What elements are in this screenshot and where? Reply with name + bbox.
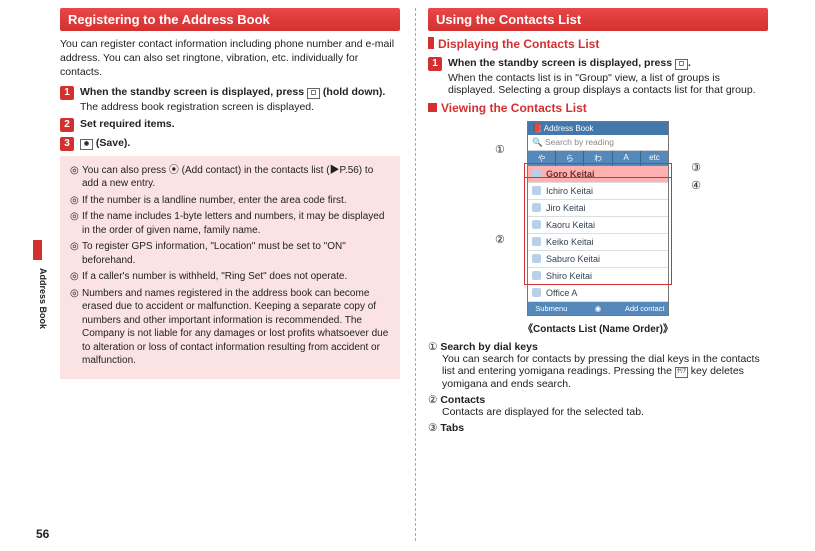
column-separator xyxy=(415,8,416,541)
softkey-right: Add contact xyxy=(621,302,668,315)
callout-1: ① xyxy=(495,143,505,156)
callout-3: ③ xyxy=(691,161,701,174)
callout-4: ④ xyxy=(691,179,701,192)
subheading-viewing: Viewing the Contacts List xyxy=(428,101,768,115)
heading-register: Registering to the Address Book xyxy=(60,8,400,31)
step-number: 1 xyxy=(60,86,74,100)
subheading-displaying: Displaying the Contacts List xyxy=(428,37,768,51)
phone-mockup: 📕 Address Book 🔍 Search by reading や ら わ… xyxy=(527,121,669,316)
callout-box-contacts xyxy=(524,177,672,285)
note-item: Numbers and names registered in the addr… xyxy=(70,287,390,368)
note-item: You can also press ⦿ (Add contact) in th… xyxy=(70,164,390,191)
notes-box: You can also press ⦿ (Add contact) in th… xyxy=(60,156,400,379)
step-3: 3 ◉ (Save). xyxy=(60,137,400,151)
page-number: 56 xyxy=(36,527,49,541)
phone-softkeys: Submenu ◉ Add contact xyxy=(528,302,668,315)
step-2: 2 Set required items. xyxy=(60,118,400,132)
legend-1: ① Search by dial keys You can search for… xyxy=(428,341,768,390)
note-item: If the number is a landline number, ente… xyxy=(70,194,390,208)
note-item: If a caller's number is withheld, "Ring … xyxy=(70,270,390,284)
callout-box-tabs xyxy=(524,163,672,178)
step-display-1: 1 When the standby screen is displayed, … xyxy=(428,57,768,96)
side-section-label: Address Book xyxy=(38,268,48,329)
phone-title-bar: 📕 Address Book xyxy=(528,122,668,135)
key-icon: ◉ xyxy=(80,139,93,150)
left-column: Registering to the Address Book You can … xyxy=(60,8,400,438)
step-1: 1 When the standby screen is displayed, … xyxy=(60,86,400,113)
softkey-left: Submenu xyxy=(528,302,575,315)
callout-2: ② xyxy=(495,233,505,246)
legend-3: ③ Tabs xyxy=(428,422,768,434)
phone-search: 🔍 Search by reading xyxy=(528,135,668,151)
step-number: 1 xyxy=(428,57,442,71)
right-column: Using the Contacts List Displaying the C… xyxy=(428,8,768,438)
clear-key-icon: ｸﾘｱ xyxy=(675,367,688,378)
legend-2: ② Contacts Contacts are displayed for th… xyxy=(428,394,768,418)
figure-caption: 《Contacts List (Name Order)》 xyxy=(428,320,768,335)
key-icon: ▢ xyxy=(307,88,320,99)
phone-contact-row: Office A xyxy=(528,285,668,302)
key-icon: ▢ xyxy=(675,59,688,70)
step-number: 3 xyxy=(60,137,74,151)
intro-text: You can register contact information inc… xyxy=(60,37,400,80)
softkey-center: ◉ xyxy=(575,302,622,315)
side-tab-marker xyxy=(33,240,42,260)
note-item: To register GPS information, "Location" … xyxy=(70,240,390,267)
note-item: If the name includes 1-byte letters and … xyxy=(70,210,390,237)
heading-using: Using the Contacts List xyxy=(428,8,768,31)
step-number: 2 xyxy=(60,118,74,132)
